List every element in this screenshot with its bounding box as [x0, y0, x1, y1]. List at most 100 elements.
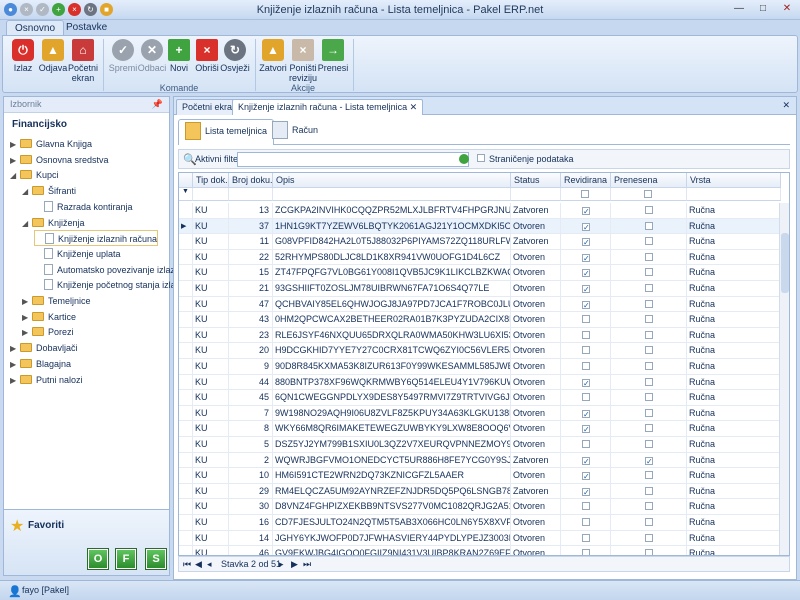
table-row[interactable]: KU 44 880BNTP378XF96WQKRMWBY6Q514ELEU4Y1V7… — [179, 374, 781, 391]
checkbox-cell[interactable]: ✓ — [561, 468, 611, 484]
sidebar-item[interactable]: ◢ Knjiženja — [22, 215, 85, 231]
table-cell[interactable]: Otvoren — [511, 421, 561, 437]
column-filter-cell[interactable] — [611, 188, 687, 201]
transfer-button[interactable]: → Prenesi — [317, 39, 349, 73]
table-cell[interactable]: Zatvoren — [511, 483, 561, 499]
table-cell[interactable]: Zatvoren — [511, 234, 561, 250]
quick-button-s[interactable]: S — [146, 549, 166, 569]
table-cell[interactable]: 13 — [229, 203, 273, 218]
table-cell[interactable]: KU — [193, 234, 229, 250]
table-cell[interactable]: Otvoren — [511, 437, 561, 452]
sidebar-item[interactable]: ▶ Dobavljači — [10, 340, 78, 356]
table-cell[interactable]: Zatvoren — [511, 452, 561, 468]
checked-checkbox[interactable]: ✓ — [582, 378, 590, 387]
checkbox-cell[interactable] — [561, 530, 611, 546]
table-cell[interactable]: KU — [193, 390, 229, 406]
table-cell[interactable]: KU — [193, 327, 229, 343]
table-cell[interactable]: DSZ5YJ2YM799B1SXIU0L3QZ2V7XEURQVPNNEZMOY… — [273, 437, 511, 452]
table-row[interactable]: KU 47 QCHBVAIY85EL6QHWJOGJ8JA97PD7JCA1F7RO… — [179, 296, 781, 313]
doc-tab-lista-temeljnica[interactable]: Knjiženje izlaznih računa - Lista temelj… — [232, 99, 424, 115]
sidebar-item[interactable]: Knjiženje uplata — [34, 246, 121, 262]
table-cell[interactable]: GV9EKWJBG4IGOQ0FGIIZ9NI431V3UIBP8KRAN2Z6… — [273, 546, 511, 555]
unchecked-checkbox[interactable] — [582, 518, 590, 526]
unchecked-checkbox[interactable] — [645, 549, 653, 555]
row-selector[interactable] — [179, 312, 193, 328]
table-cell[interactable]: 0HM2QPCWCAX2BETHEER02RA01B7K3PYZUDA2CIX8… — [273, 312, 511, 328]
table-cell[interactable]: 47 — [229, 296, 273, 312]
tab-racun[interactable]: Račun — [266, 119, 324, 145]
column-filter-cell[interactable] — [687, 188, 781, 201]
checkbox-cell[interactable] — [561, 546, 611, 555]
unchecked-checkbox[interactable] — [582, 330, 590, 339]
row-selector[interactable] — [179, 390, 193, 406]
home-screen-button[interactable]: ⌂ Početni ekran — [67, 39, 99, 83]
checked-checkbox[interactable]: ✓ — [582, 285, 590, 294]
checkbox-cell[interactable] — [611, 327, 687, 343]
table-cell[interactable]: Ručna — [687, 390, 781, 406]
close-panel-icon[interactable]: ✕ — [782, 100, 790, 111]
table-cell[interactable]: Otvoren — [511, 359, 561, 374]
table-cell[interactable]: Otvoren — [511, 468, 561, 484]
table-cell[interactable]: 43 — [229, 312, 273, 328]
checkbox-cell[interactable] — [611, 265, 687, 281]
vertical-scrollbar[interactable] — [779, 203, 789, 555]
column-header[interactable]: Opis — [273, 173, 511, 188]
apply-filter-icon[interactable] — [459, 154, 469, 164]
table-cell[interactable]: 10 — [229, 468, 273, 484]
chevron-right-icon[interactable]: ▶ — [22, 310, 32, 326]
table-cell[interactable]: 8 — [229, 421, 273, 437]
row-selector[interactable] — [179, 265, 193, 281]
checked-checkbox[interactable]: ✓ — [582, 300, 590, 309]
checkbox-cell[interactable] — [611, 468, 687, 484]
table-cell[interactable]: Ručna — [687, 312, 781, 328]
quick-button-o[interactable]: O — [88, 549, 108, 569]
unchecked-checkbox[interactable] — [645, 440, 653, 448]
table-cell[interactable]: Ručna — [687, 546, 781, 555]
checkbox-cell[interactable]: ✓ — [561, 249, 611, 265]
checked-checkbox[interactable]: ✓ — [582, 207, 590, 216]
row-selector[interactable] — [179, 249, 193, 265]
checkbox-cell[interactable]: ✓ — [561, 218, 611, 234]
unchecked-checkbox[interactable] — [645, 533, 653, 542]
chevron-right-icon[interactable]: ▶ — [10, 153, 20, 169]
table-row[interactable]: KU 20 H9DCGKHID7YYE7Y27C0CRX81TCWQ6ZYI0C56… — [179, 343, 781, 359]
checkbox-cell[interactable] — [611, 405, 687, 421]
table-cell[interactable]: Zatvoren — [511, 203, 561, 218]
row-selector[interactable] — [179, 515, 193, 530]
table-cell[interactable]: G08VPFID842HA2L0T5J88032P6PIYAMS72ZQ118U… — [273, 234, 511, 250]
table-cell[interactable]: KU — [193, 218, 229, 234]
table-cell[interactable]: Otvoren — [511, 515, 561, 530]
unchecked-checkbox[interactable] — [645, 252, 653, 261]
row-selector[interactable] — [179, 234, 193, 250]
table-cell[interactable]: KU — [193, 483, 229, 499]
table-cell[interactable]: ZT47FPQFG7VL0BG61Y008I1QVB5JC9K1LIKCLBZK… — [273, 265, 511, 281]
checked-checkbox[interactable]: ✓ — [582, 253, 590, 262]
table-cell[interactable]: Otvoren — [511, 327, 561, 343]
table-cell[interactable]: Otvoren — [511, 374, 561, 390]
chevron-right-icon[interactable]: ▶ — [10, 341, 20, 357]
table-cell[interactable]: Otvoren — [511, 296, 561, 312]
checkbox-cell[interactable]: ✓ — [561, 203, 611, 218]
checkbox-cell[interactable] — [611, 421, 687, 437]
unchecked-checkbox[interactable] — [645, 377, 653, 386]
table-row[interactable]: KU 23 RLE6JSYF46NXQUU65DRXQLRA0WMA50KHW3LU… — [179, 327, 781, 344]
table-row[interactable]: KU 5 DSZ5YJ2YM799B1SXIU0L3QZ2V7XEURQVPNNEZ… — [179, 437, 781, 453]
table-cell[interactable]: Ručna — [687, 499, 781, 515]
row-selector[interactable] — [179, 405, 193, 421]
table-cell[interactable]: 45 — [229, 390, 273, 406]
checked-checkbox[interactable]: ✓ — [582, 409, 590, 418]
table-cell[interactable]: Ručna — [687, 468, 781, 484]
checkbox-cell[interactable]: ✓ — [561, 374, 611, 390]
maximize-button[interactable]: □ — [752, 1, 774, 17]
table-cell[interactable]: Otvoren — [511, 499, 561, 515]
table-cell[interactable]: WQWRJBGFVMO1ONEDCYCT5UR886H8FE7YCG0Y9SJR… — [273, 452, 511, 468]
table-row[interactable]: KU 46 GV9EKWJBG4IGOQ0FGIIZ9NI431V3UIBP8KRA… — [179, 546, 781, 555]
checkbox-cell[interactable]: ✓ — [561, 265, 611, 281]
table-row[interactable]: KU 11 G08VPFID842HA2L0T5J88032P6PIYAMS72ZQ… — [179, 234, 781, 250]
unchecked-checkbox[interactable] — [645, 299, 653, 308]
table-cell[interactable]: KU — [193, 405, 229, 421]
row-selector[interactable] — [179, 359, 193, 374]
table-cell[interactable]: KU — [193, 530, 229, 546]
column-header[interactable]: Vrsta — [687, 173, 781, 188]
table-cell[interactable]: 30 — [229, 499, 273, 515]
